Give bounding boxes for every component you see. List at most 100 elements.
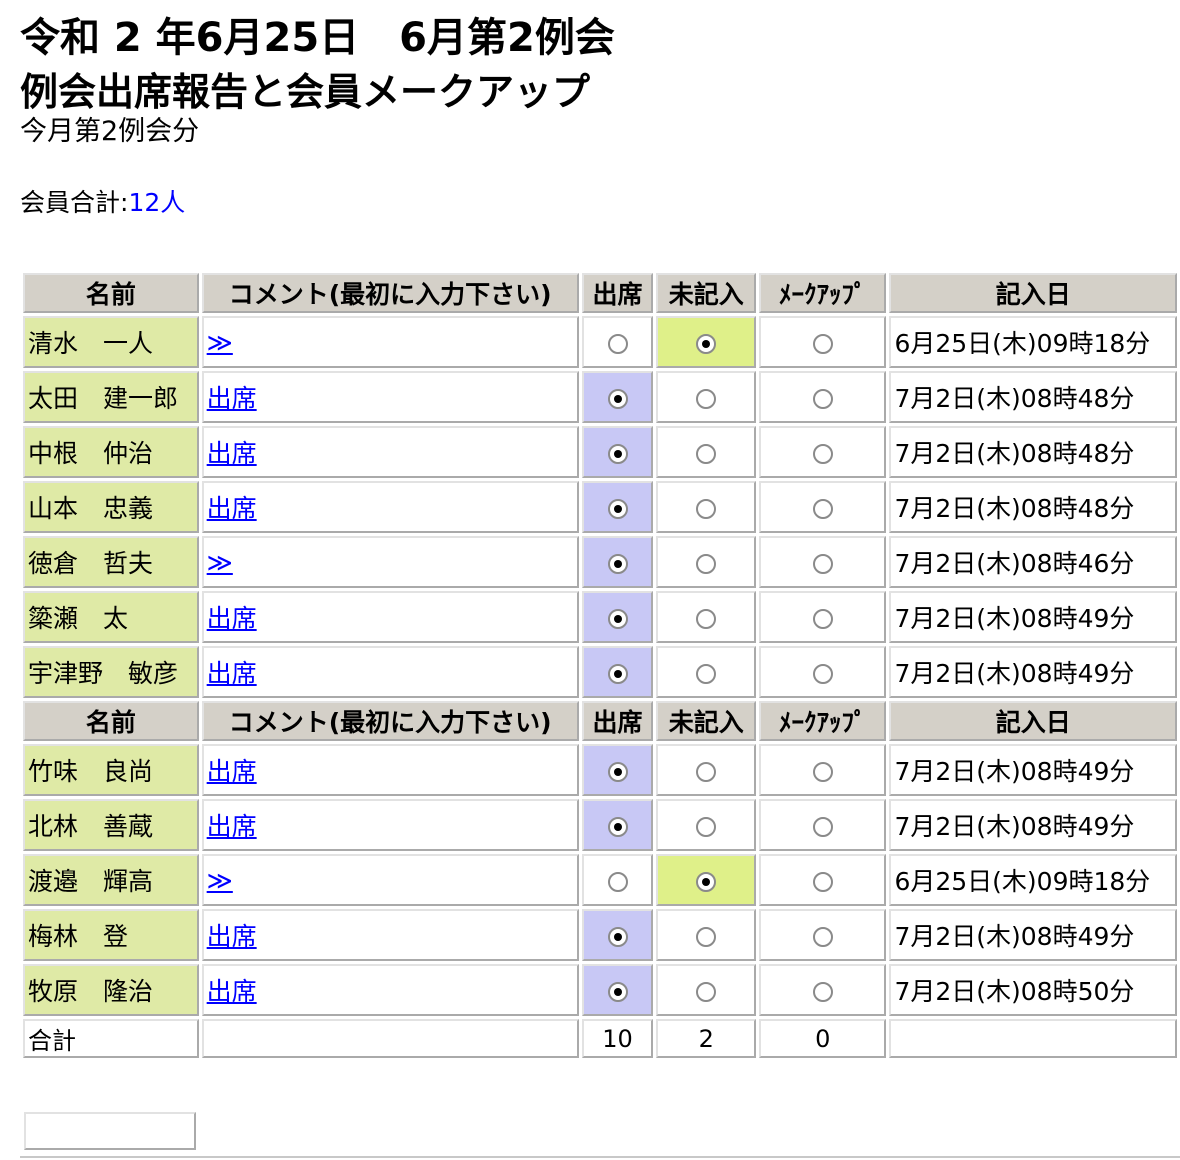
attend-radio[interactable]	[607, 498, 628, 519]
blank-input-box[interactable]	[24, 1112, 196, 1150]
makeup-radio[interactable]	[812, 761, 833, 782]
comment-link[interactable]: ≫	[207, 548, 233, 577]
attend-radio[interactable]	[607, 663, 628, 684]
comment-link[interactable]: 出席	[207, 659, 257, 688]
makeup-radio[interactable]	[812, 926, 833, 947]
unentered-radio[interactable]	[696, 761, 717, 782]
comment-link[interactable]: 出席	[207, 812, 257, 841]
col-date-header: 記入日	[889, 701, 1177, 741]
unentered-cell	[656, 536, 757, 588]
member-name: 梅林 登	[23, 909, 199, 961]
col-name-header: 名前	[23, 701, 199, 741]
makeup-radio[interactable]	[812, 608, 833, 629]
makeup-radio[interactable]	[812, 333, 833, 354]
makeup-cell	[759, 591, 887, 643]
table-row: 山本 忠義 出席 7月2日(木)08時48分	[23, 481, 1177, 533]
entry-date: 7月2日(木)08時49分	[889, 799, 1177, 851]
member-name: 宇津野 敏彦	[23, 646, 199, 698]
entry-date: 7月2日(木)08時49分	[889, 909, 1177, 961]
makeup-cell	[759, 371, 887, 423]
col-name-header: 名前	[23, 273, 199, 313]
unentered-cell	[656, 316, 757, 368]
makeup-cell	[759, 744, 887, 796]
attend-cell	[581, 371, 654, 423]
col-makeup-header: ﾒｰｸｱｯﾌﾟ	[759, 701, 887, 741]
attend-radio[interactable]	[607, 388, 628, 409]
unentered-cell	[656, 481, 757, 533]
entry-date: 7月2日(木)08時48分	[889, 371, 1177, 423]
comment-cell: 出席	[201, 744, 579, 796]
totals-makeup: 0	[759, 1019, 887, 1058]
makeup-radio[interactable]	[812, 663, 833, 684]
unentered-radio[interactable]	[696, 981, 717, 1002]
unentered-radio[interactable]	[696, 553, 717, 574]
unentered-radio[interactable]	[696, 926, 717, 947]
section-title: 今月第2例会分	[20, 116, 200, 147]
makeup-radio[interactable]	[812, 498, 833, 519]
unentered-cell	[656, 744, 757, 796]
member-total-label: 会員合計:	[20, 188, 129, 217]
unentered-radio[interactable]	[696, 498, 717, 519]
makeup-radio[interactable]	[812, 816, 833, 837]
table-row: 太田 建一郎 出席 7月2日(木)08時48分	[23, 371, 1177, 423]
attend-radio[interactable]	[607, 608, 628, 629]
table-header-row: 名前 コメント(最初に入力下さい) 出席 未記入 ﾒｰｸｱｯﾌﾟ 記入日	[23, 701, 1177, 741]
table-row: 牧原 隆治 出席 7月2日(木)08時50分	[23, 964, 1177, 1016]
attend-radio[interactable]	[607, 981, 628, 1002]
makeup-radio[interactable]	[812, 443, 833, 464]
makeup-radio[interactable]	[812, 981, 833, 1002]
col-date-header: 記入日	[889, 273, 1177, 313]
comment-cell: ≫	[201, 536, 579, 588]
attend-cell	[581, 426, 654, 478]
comment-cell: 出席	[201, 909, 579, 961]
col-comment-header: コメント(最初に入力下さい)	[201, 701, 579, 741]
makeup-radio[interactable]	[812, 871, 833, 892]
totals-row: 合計 10 2 0	[23, 1019, 1177, 1058]
entry-date: 6月25日(木)09時18分	[889, 316, 1177, 368]
unentered-cell	[656, 964, 757, 1016]
divider	[20, 1156, 1180, 1158]
comment-link[interactable]: 出席	[207, 977, 257, 1006]
comment-link[interactable]: 出席	[207, 384, 257, 413]
attendance-table: 名前 コメント(最初に入力下さい) 出席 未記入 ﾒｰｸｱｯﾌﾟ 記入日 清水 一人 ≫ 6月2…	[20, 270, 1180, 1061]
unentered-radio[interactable]	[696, 443, 717, 464]
attend-cell	[581, 536, 654, 588]
entry-date: 7月2日(木)08時46分	[889, 536, 1177, 588]
attend-cell	[581, 646, 654, 698]
member-total: 会員合計:12人	[20, 186, 185, 220]
table-row: 宇津野 敏彦 出席 7月2日(木)08時49分	[23, 646, 1177, 698]
unentered-cell	[656, 646, 757, 698]
comment-link[interactable]: ≫	[207, 328, 233, 357]
attend-cell	[581, 744, 654, 796]
comment-link[interactable]: 出席	[207, 604, 257, 633]
comment-link[interactable]: 出席	[207, 757, 257, 786]
attend-cell	[581, 854, 654, 906]
comment-link[interactable]: 出席	[207, 439, 257, 468]
attend-radio[interactable]	[607, 333, 628, 354]
attend-radio[interactable]	[607, 816, 628, 837]
unentered-cell	[656, 909, 757, 961]
unentered-radio[interactable]	[696, 871, 717, 892]
entry-date: 7月2日(木)08時48分	[889, 481, 1177, 533]
makeup-radio[interactable]	[812, 553, 833, 574]
attend-radio[interactable]	[607, 443, 628, 464]
comment-link[interactable]: 出席	[207, 494, 257, 523]
unentered-radio[interactable]	[696, 333, 717, 354]
attend-radio[interactable]	[607, 871, 628, 892]
unentered-cell	[656, 426, 757, 478]
unentered-cell	[656, 799, 757, 851]
attend-cell	[581, 909, 654, 961]
member-total-value: 12人	[128, 188, 186, 217]
table-row: 中根 仲治 出席 7月2日(木)08時48分	[23, 426, 1177, 478]
unentered-radio[interactable]	[696, 816, 717, 837]
comment-link[interactable]: 出席	[207, 922, 257, 951]
makeup-radio[interactable]	[812, 388, 833, 409]
attend-radio[interactable]	[607, 761, 628, 782]
unentered-radio[interactable]	[696, 663, 717, 684]
unentered-radio[interactable]	[696, 608, 717, 629]
attend-radio[interactable]	[607, 553, 628, 574]
makeup-cell	[759, 536, 887, 588]
unentered-radio[interactable]	[696, 388, 717, 409]
attend-radio[interactable]	[607, 926, 628, 947]
comment-link[interactable]: ≫	[207, 866, 233, 895]
